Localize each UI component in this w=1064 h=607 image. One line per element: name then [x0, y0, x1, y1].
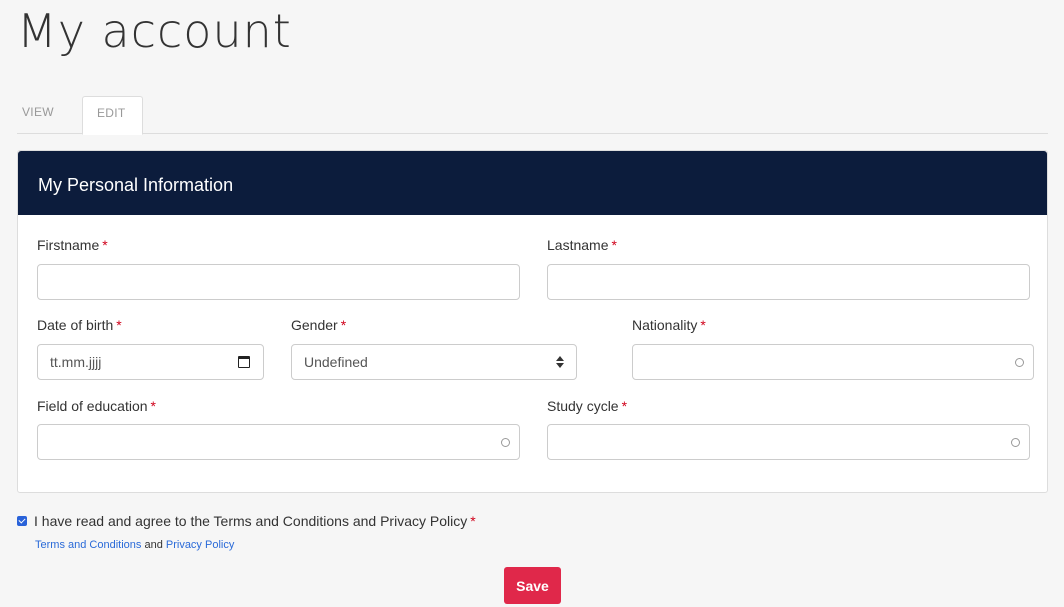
policy-links: Terms and Conditions and Privacy Policy	[35, 539, 234, 551]
nationality-label: Nationality *	[632, 317, 706, 333]
terms-checkbox[interactable]	[17, 516, 27, 526]
privacy-policy-link[interactable]: Privacy Policy	[166, 539, 234, 551]
autocomplete-circle-icon	[1011, 438, 1020, 447]
gender-selected-value: Undefined	[304, 354, 368, 370]
tab-edit[interactable]: EDIT	[82, 96, 143, 135]
autocomplete-circle-icon	[501, 438, 510, 447]
required-marker: *	[340, 317, 347, 333]
firstname-label: Firstname *	[37, 237, 108, 253]
tab-bar: VIEW EDIT	[17, 96, 1048, 135]
gender-label: Gender *	[291, 317, 347, 333]
calendar-icon[interactable]	[238, 356, 250, 368]
lastname-field[interactable]	[547, 264, 1030, 300]
required-marker: *	[116, 317, 122, 333]
lastname-label: Lastname *	[547, 237, 617, 253]
date-of-birth-field[interactable]: tt.mm.jjjj	[37, 344, 264, 380]
page-title: My account	[17, 4, 292, 58]
terms-agreement-label: I have read and agree to the Terms and C…	[34, 513, 468, 529]
nationality-field[interactable]	[632, 344, 1034, 380]
firstname-field[interactable]	[37, 264, 520, 300]
field-of-education-field[interactable]	[37, 424, 520, 460]
save-button[interactable]: Save	[504, 567, 561, 604]
study-cycle-field[interactable]	[547, 424, 1030, 460]
required-marker: *	[700, 317, 706, 333]
required-marker: *	[470, 513, 476, 529]
required-marker: *	[611, 237, 617, 253]
panel-title: My Personal Information	[18, 151, 1047, 215]
autocomplete-circle-icon	[1015, 358, 1024, 367]
tab-view[interactable]: VIEW	[17, 96, 81, 134]
date-of-birth-label: Date of birth *	[37, 317, 122, 333]
links-separator: and	[144, 539, 163, 551]
required-marker: *	[621, 398, 628, 414]
terms-and-conditions-link[interactable]: Terms and Conditions	[35, 539, 141, 551]
study-cycle-label: Study cycle *	[547, 398, 628, 414]
required-marker: *	[102, 237, 108, 253]
select-arrows-icon	[556, 355, 564, 369]
personal-info-panel: My Personal Information Firstname * Lastn…	[17, 150, 1048, 493]
field-of-education-label: Field of education *	[37, 398, 156, 414]
date-placeholder: tt.mm.jjjj	[50, 354, 102, 370]
gender-select[interactable]: Undefined	[291, 344, 577, 380]
required-marker: *	[150, 398, 156, 414]
